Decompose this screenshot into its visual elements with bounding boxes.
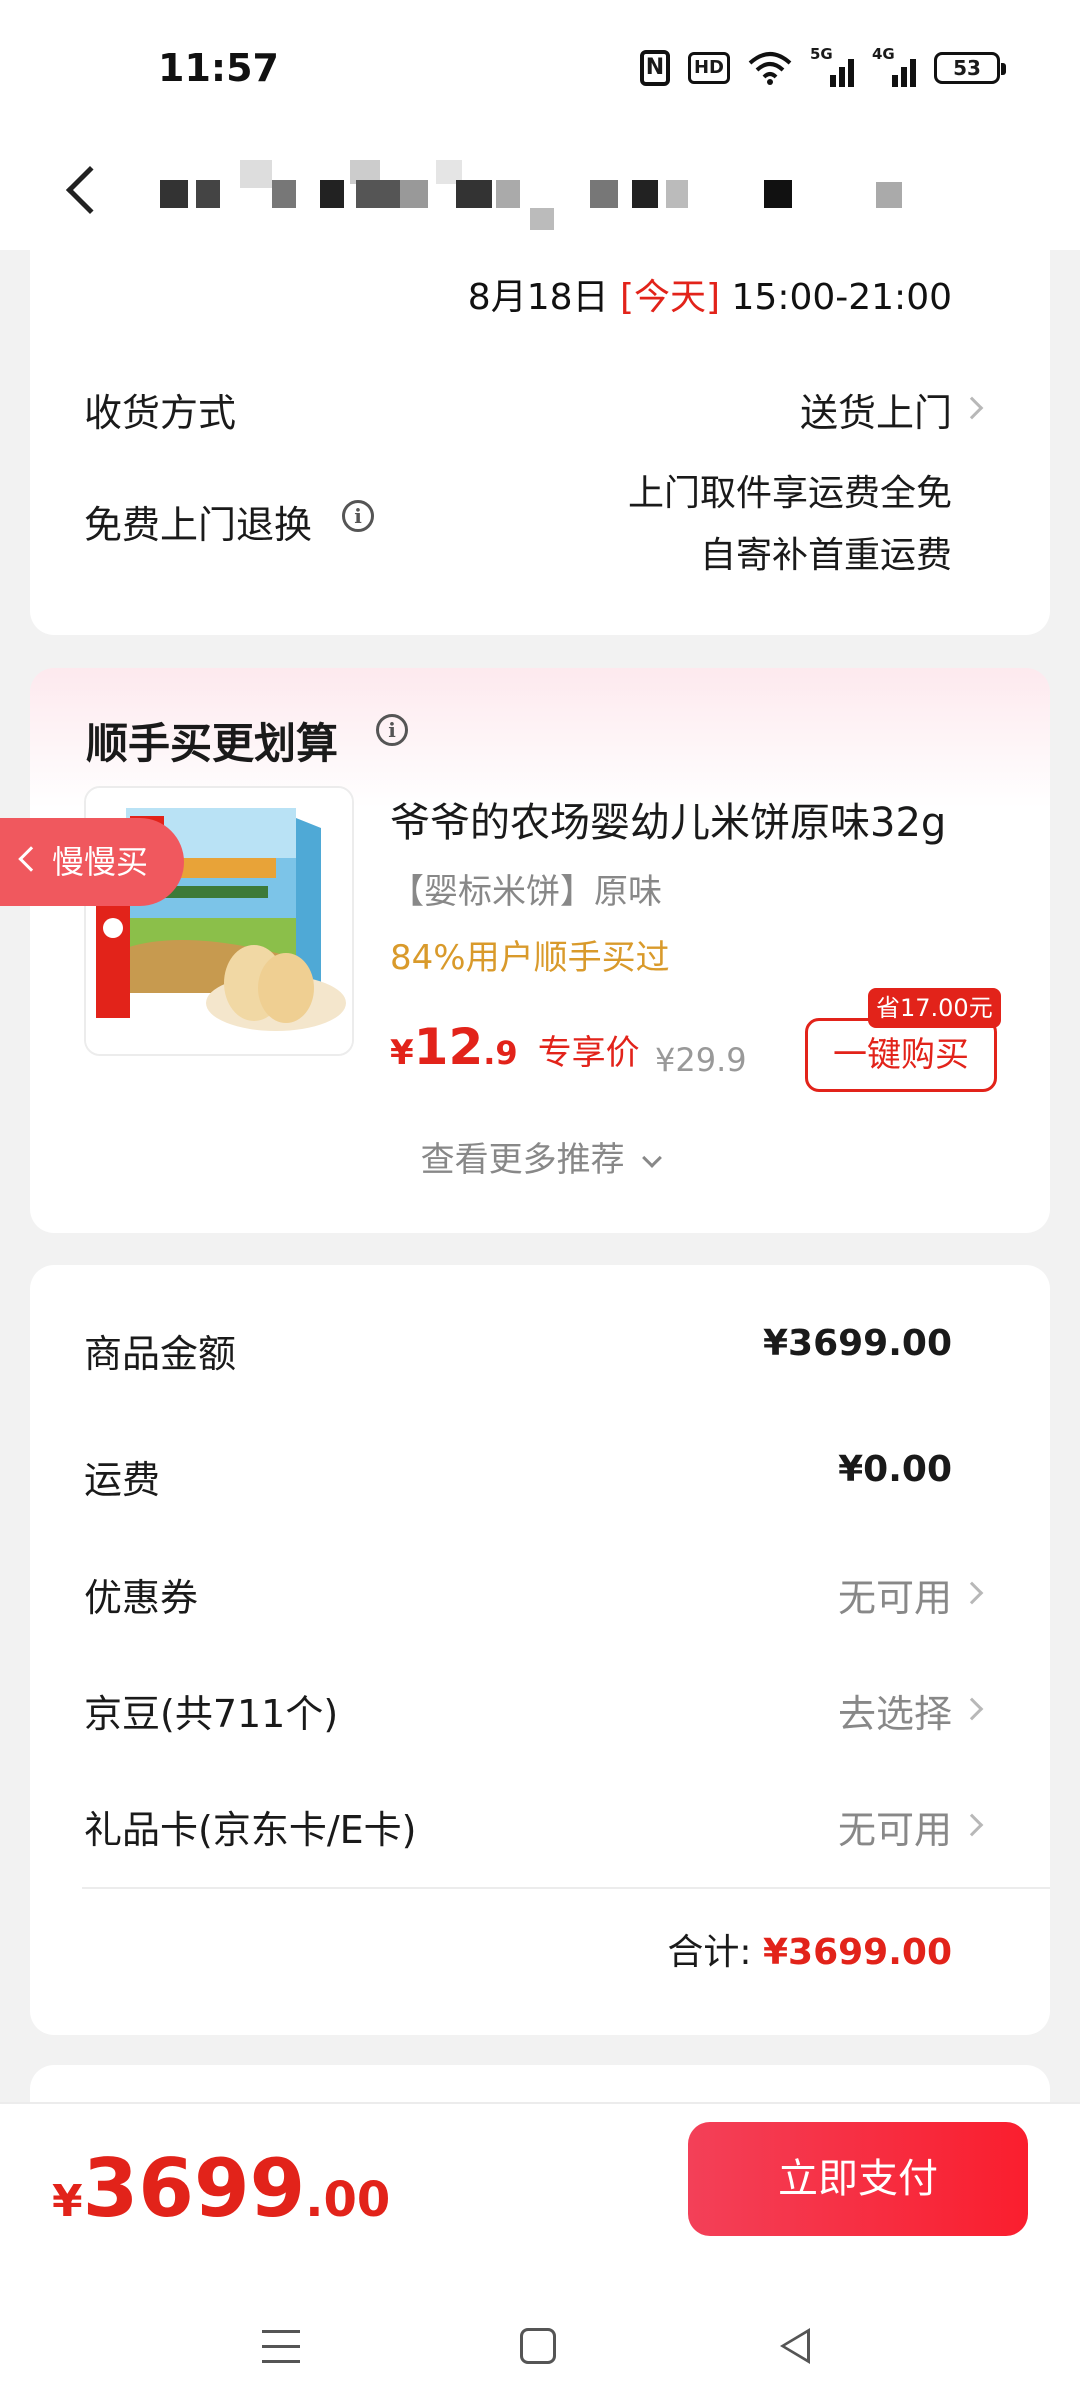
- status-time: 11:57: [158, 46, 279, 90]
- delivery-today: [今天]: [619, 277, 721, 318]
- bottom-bar: ¥3699.00 立即支付: [0, 2102, 1080, 2302]
- hd-icon: HD: [688, 52, 730, 84]
- delivery-card: 8月18日 [今天] 15:00-21:00 收货方式 送货上门 免费上门退换 …: [30, 220, 1050, 635]
- summary-row-value[interactable]: 去选择: [838, 1683, 952, 1738]
- page: 11:57 N HD 5G 4G 53 8月18日 [今天] 15:00-21:…: [0, 0, 1080, 2400]
- address-redacted: [160, 160, 940, 230]
- summary-row-value[interactable]: 无可用: [838, 1799, 952, 1854]
- summary-row-label: 礼品卡(京东卡/E卡): [84, 1808, 417, 1852]
- summary-divider: [82, 1887, 1050, 1889]
- price-tag: 专享价: [537, 1033, 640, 1073]
- system-nav-bar: [0, 2302, 1080, 2400]
- summary-row-label: 优惠券: [84, 1576, 199, 1620]
- recommend-title: 顺手买更划算: [86, 719, 339, 768]
- chevron-left-icon: [65, 165, 115, 215]
- save-badge: 省17.00元: [868, 988, 1001, 1028]
- summary-row-label: 商品金额: [84, 1332, 237, 1376]
- delivery-slot[interactable]: 8月18日 [今天] 15:00-21:00: [468, 268, 952, 320]
- chevron-down-icon: [642, 1148, 663, 1168]
- product-tag: 【婴标米饼】原味: [390, 872, 662, 912]
- chevron-right-icon[interactable]: [960, 1581, 984, 1605]
- summary-row-value: ¥3699.00: [762, 1323, 952, 1364]
- chevron-right-icon[interactable]: [960, 1813, 984, 1837]
- chevron-right-icon[interactable]: [960, 1697, 984, 1721]
- floating-price-tracker-button[interactable]: 慢慢买: [0, 818, 184, 906]
- return-value-line2: 自寄补首重运费: [699, 535, 952, 576]
- recommend-card: 顺手买更划算 i 爷爷的农场婴幼儿米饼原味32g 【婴标米饼】原味 84%用户顺…: [30, 668, 1050, 1233]
- one-click-buy-button[interactable]: 一键购买: [805, 1018, 997, 1092]
- final-price-decimal: .00: [305, 2172, 391, 2228]
- summary-total: 合计: ¥3699.00: [667, 1923, 952, 1975]
- final-price-integer: 3699: [82, 2142, 306, 2235]
- menu-icon[interactable]: [262, 2330, 300, 2364]
- final-price-currency: ¥: [52, 2176, 83, 2227]
- product-stat: 84%用户顺手买过: [390, 938, 670, 978]
- title-bar: [0, 130, 1080, 250]
- info-icon[interactable]: i: [342, 500, 374, 532]
- pay-now-button[interactable]: 立即支付: [688, 2122, 1028, 2236]
- final-price: ¥3699.00: [52, 2142, 390, 2235]
- summary-row-value[interactable]: 无可用: [838, 1567, 952, 1622]
- return-value-line1: 上门取件享运费全免: [627, 473, 952, 514]
- summary-row-label: 运费: [84, 1458, 161, 1502]
- summary-row-value: ¥0.00: [838, 1449, 952, 1490]
- more-recommend-link[interactable]: 查看更多推荐: [30, 1132, 1050, 1181]
- chevron-right-icon[interactable]: [960, 396, 984, 420]
- 5g-signal-icon: 5G: [810, 45, 854, 87]
- method-value[interactable]: 送货上门: [800, 382, 952, 437]
- battery-icon: 53: [934, 52, 1006, 84]
- wifi-icon: [748, 50, 792, 86]
- back-button[interactable]: [48, 150, 118, 230]
- product-name[interactable]: 爷爷的农场婴幼儿米饼原味32g: [390, 790, 946, 848]
- delivery-time-range: 15:00-21:00: [731, 277, 952, 318]
- home-icon[interactable]: [520, 2328, 556, 2364]
- method-label: 收货方式: [84, 391, 237, 435]
- total-value: ¥3699.00: [762, 1932, 952, 1973]
- price-decimal: .9: [483, 1034, 518, 1072]
- original-price: ¥29.9: [655, 1041, 747, 1079]
- back-icon[interactable]: [780, 2328, 810, 2364]
- summary-row-label: 京豆(共711个): [84, 1692, 339, 1736]
- status-bar: 11:57 N HD 5G 4G 53: [0, 0, 1080, 130]
- status-icons: N HD 5G 4G 53: [640, 45, 1006, 88]
- recommend-info-icon[interactable]: i: [376, 714, 408, 746]
- product-price: ¥12.9 专享价: [390, 1018, 640, 1076]
- delivery-date: 8月18日: [467, 277, 609, 318]
- 4g-signal-icon: 4G: [872, 45, 916, 87]
- return-label: 免费上门退换: [84, 503, 313, 547]
- more-recommend-label: 查看更多推荐: [420, 1140, 625, 1180]
- floating-label: 慢慢买: [52, 843, 149, 881]
- price-integer: 12: [413, 1018, 484, 1076]
- nfc-icon: N: [640, 50, 670, 86]
- total-label: 合计:: [667, 1932, 752, 1973]
- summary-card: 商品金额 ¥3699.00 运费 ¥0.00 优惠券 无可用 京豆(共711个) 去选择 礼品卡…: [30, 1265, 1050, 2035]
- price-currency: ¥: [390, 1033, 414, 1073]
- chevron-left-icon: [18, 846, 44, 872]
